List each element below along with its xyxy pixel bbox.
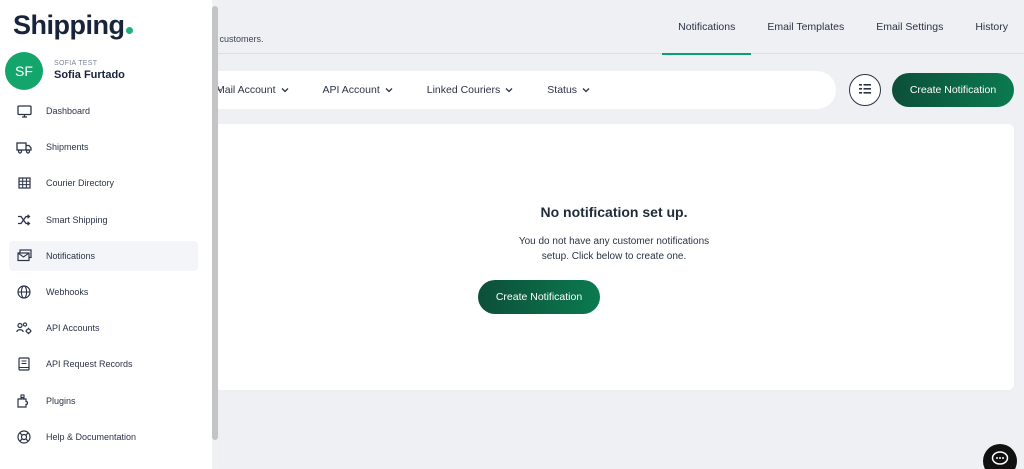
filter-label: Mail Account — [216, 84, 276, 96]
sidebar-item-notifications[interactable]: Notifications — [9, 240, 198, 271]
sidebar-item-label: Shipments — [46, 142, 89, 153]
filter-bar: ⌄ Mail Account API Account Linked Courie… — [180, 71, 836, 109]
grid-icon — [16, 175, 32, 191]
mail-stack-icon — [16, 248, 32, 264]
sidebar-item-dashboard[interactable]: Dashboard — [9, 96, 198, 126]
globe-icon — [16, 284, 32, 300]
sidebar-item-plugins[interactable]: Plugins — [9, 386, 198, 416]
sidebar-item-label: Webhooks — [46, 286, 89, 297]
user-name: Sofia Furtado — [54, 69, 125, 81]
sidebar-item-smart-shipping[interactable]: Smart Shipping — [9, 205, 198, 235]
logo-dot — [126, 27, 134, 34]
sidebar-scrollbar[interactable] — [212, 0, 218, 469]
avatar[interactable]: SF — [5, 52, 43, 90]
create-notification-button[interactable]: Create Notification — [892, 73, 1014, 107]
sidebar-item-api-accounts[interactable]: API Accounts — [9, 313, 198, 343]
tab-bar: Notifications Email Templates Email Sett… — [662, 0, 1024, 55]
sidebar-item-help-documentation[interactable]: Help & Documentation — [9, 422, 198, 452]
sidebar-item-label: Notifications — [46, 250, 96, 261]
empty-state-create-button[interactable]: Create Notification — [478, 280, 600, 314]
sidebar-item-label: Help & Documentation — [46, 431, 137, 442]
book-icon — [16, 356, 32, 372]
sidebar-item-label: Dashboard — [46, 106, 91, 116]
users-gear-icon — [16, 320, 32, 336]
sidebar-item-label: Smart Shipping — [46, 214, 108, 225]
filter-label: Status — [547, 84, 578, 96]
sidebar-item-label: API Accounts — [46, 323, 100, 334]
sidebar-item-label: Plugins — [46, 395, 76, 406]
chevron-down-icon — [385, 86, 393, 95]
scrollbar-thumb[interactable] — [212, 6, 218, 440]
chevron-down-icon — [281, 86, 289, 95]
monitor-icon — [16, 103, 32, 119]
sidebar-item-label: Courier Directory — [46, 178, 115, 189]
chat-launcher-button[interactable] — [983, 444, 1017, 469]
page-subtitle: r customers. — [214, 34, 264, 44]
empty-state-title: No notification set up. — [540, 204, 688, 220]
chat-bubble-icon — [991, 450, 1009, 469]
column-settings-button[interactable] — [849, 74, 881, 106]
filter-api-account[interactable]: API Account — [323, 84, 393, 96]
sidebar-item-courier-directory[interactable]: Courier Directory — [9, 168, 198, 198]
app-logo[interactable]: Shipping — [13, 10, 134, 41]
sidebar-nav: Dashboard Shipments Courier Directory Sm… — [9, 96, 198, 458]
tab-email-settings[interactable]: Email Settings — [860, 0, 959, 54]
filter-label: API Account — [322, 84, 380, 96]
sidebar-item-api-request-records[interactable]: API Request Records — [9, 349, 198, 379]
sidebar-item-webhooks[interactable]: Webhooks — [9, 277, 198, 307]
tab-notifications[interactable]: Notifications — [662, 0, 752, 55]
sidebar-item-shipments[interactable]: Shipments — [9, 132, 198, 162]
empty-state-line-2: setup. Click below to create one. — [541, 251, 687, 262]
truck-icon — [16, 139, 32, 155]
filter-linked-couriers[interactable]: Linked Couriers — [427, 84, 514, 96]
filter-status[interactable]: Status — [547, 84, 590, 96]
list-icon — [859, 81, 871, 99]
shuffle-icon — [16, 212, 32, 228]
tab-email-templates[interactable]: Email Templates — [751, 0, 860, 54]
notifications-panel: No notification set up. You do not have … — [214, 124, 1014, 390]
tab-history[interactable]: History — [959, 0, 1024, 54]
filter-label: Linked Couriers — [426, 84, 501, 96]
org-name: SOFIA TEST — [54, 60, 98, 67]
lifebuoy-icon — [16, 429, 32, 445]
empty-state-description: You do not have any customer notificatio… — [214, 234, 1014, 264]
empty-state-line-1: You do not have any customer notificatio… — [518, 236, 710, 247]
sidebar: Shipping SF SOFIA TEST Sofia Furtado Das… — [0, 0, 212, 469]
filter-mail-account[interactable]: Mail Account — [216, 84, 289, 96]
chevron-down-icon — [582, 86, 590, 95]
sidebar-item-label: API Request Records — [46, 359, 133, 370]
logo-text: Shipping — [13, 10, 125, 40]
puzzle-icon — [16, 393, 32, 409]
chevron-down-icon — [505, 86, 513, 95]
